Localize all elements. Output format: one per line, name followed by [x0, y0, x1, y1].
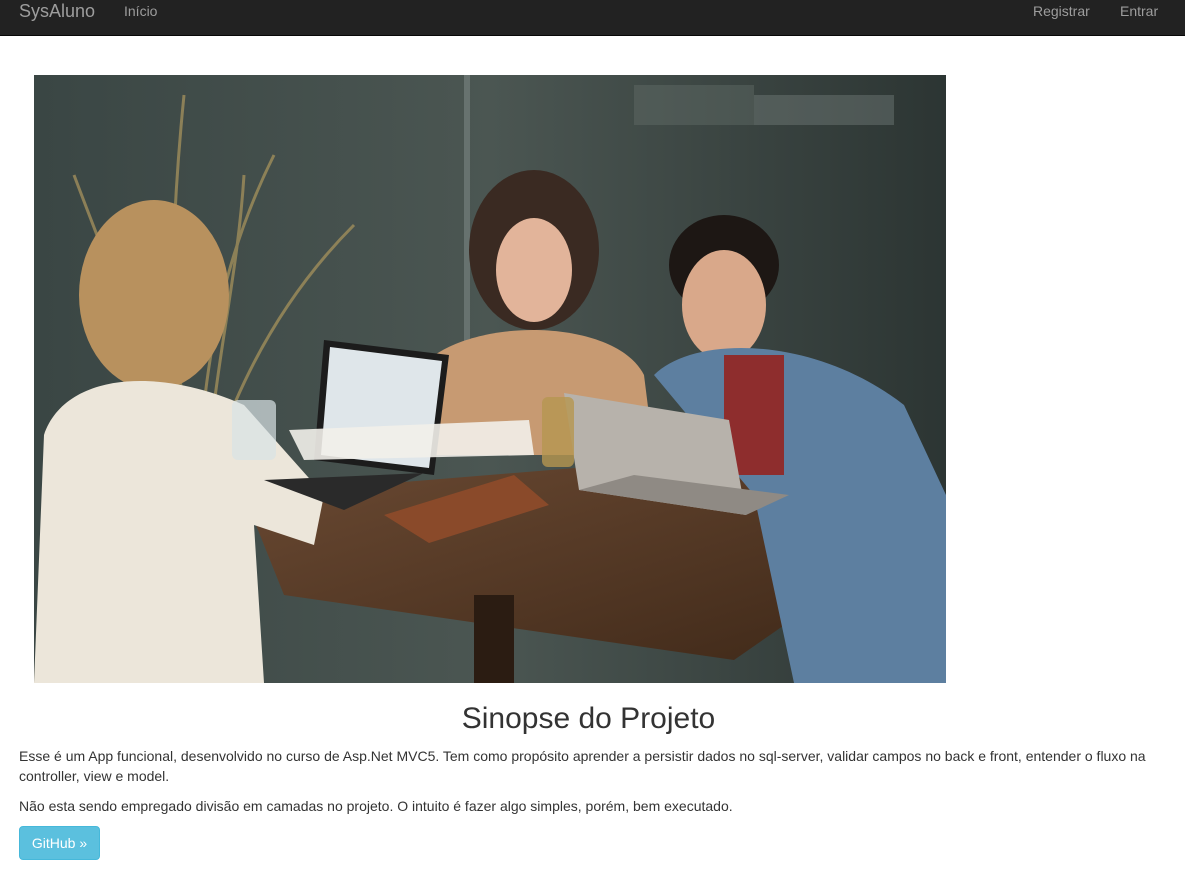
github-button[interactable]: GitHub »: [19, 826, 100, 860]
nav-link-register[interactable]: Registrar: [1033, 0, 1090, 22]
description-paragraph: Esse é um App funcional, desenvolvido no…: [19, 748, 1146, 784]
navbar: SysAluno Início Registrar Entrar: [0, 0, 1185, 36]
nav-link-login[interactable]: Entrar: [1120, 0, 1158, 22]
nav-link-home[interactable]: Início: [124, 0, 157, 22]
hero-photo-illustration: [34, 75, 946, 683]
hero-image: [34, 75, 946, 683]
description-paragraph-2: Não esta sendo empregado divisão em cama…: [19, 798, 733, 814]
brand-link[interactable]: SysAluno: [19, 0, 95, 22]
page-title: Sinopse do Projeto: [461, 702, 716, 735]
